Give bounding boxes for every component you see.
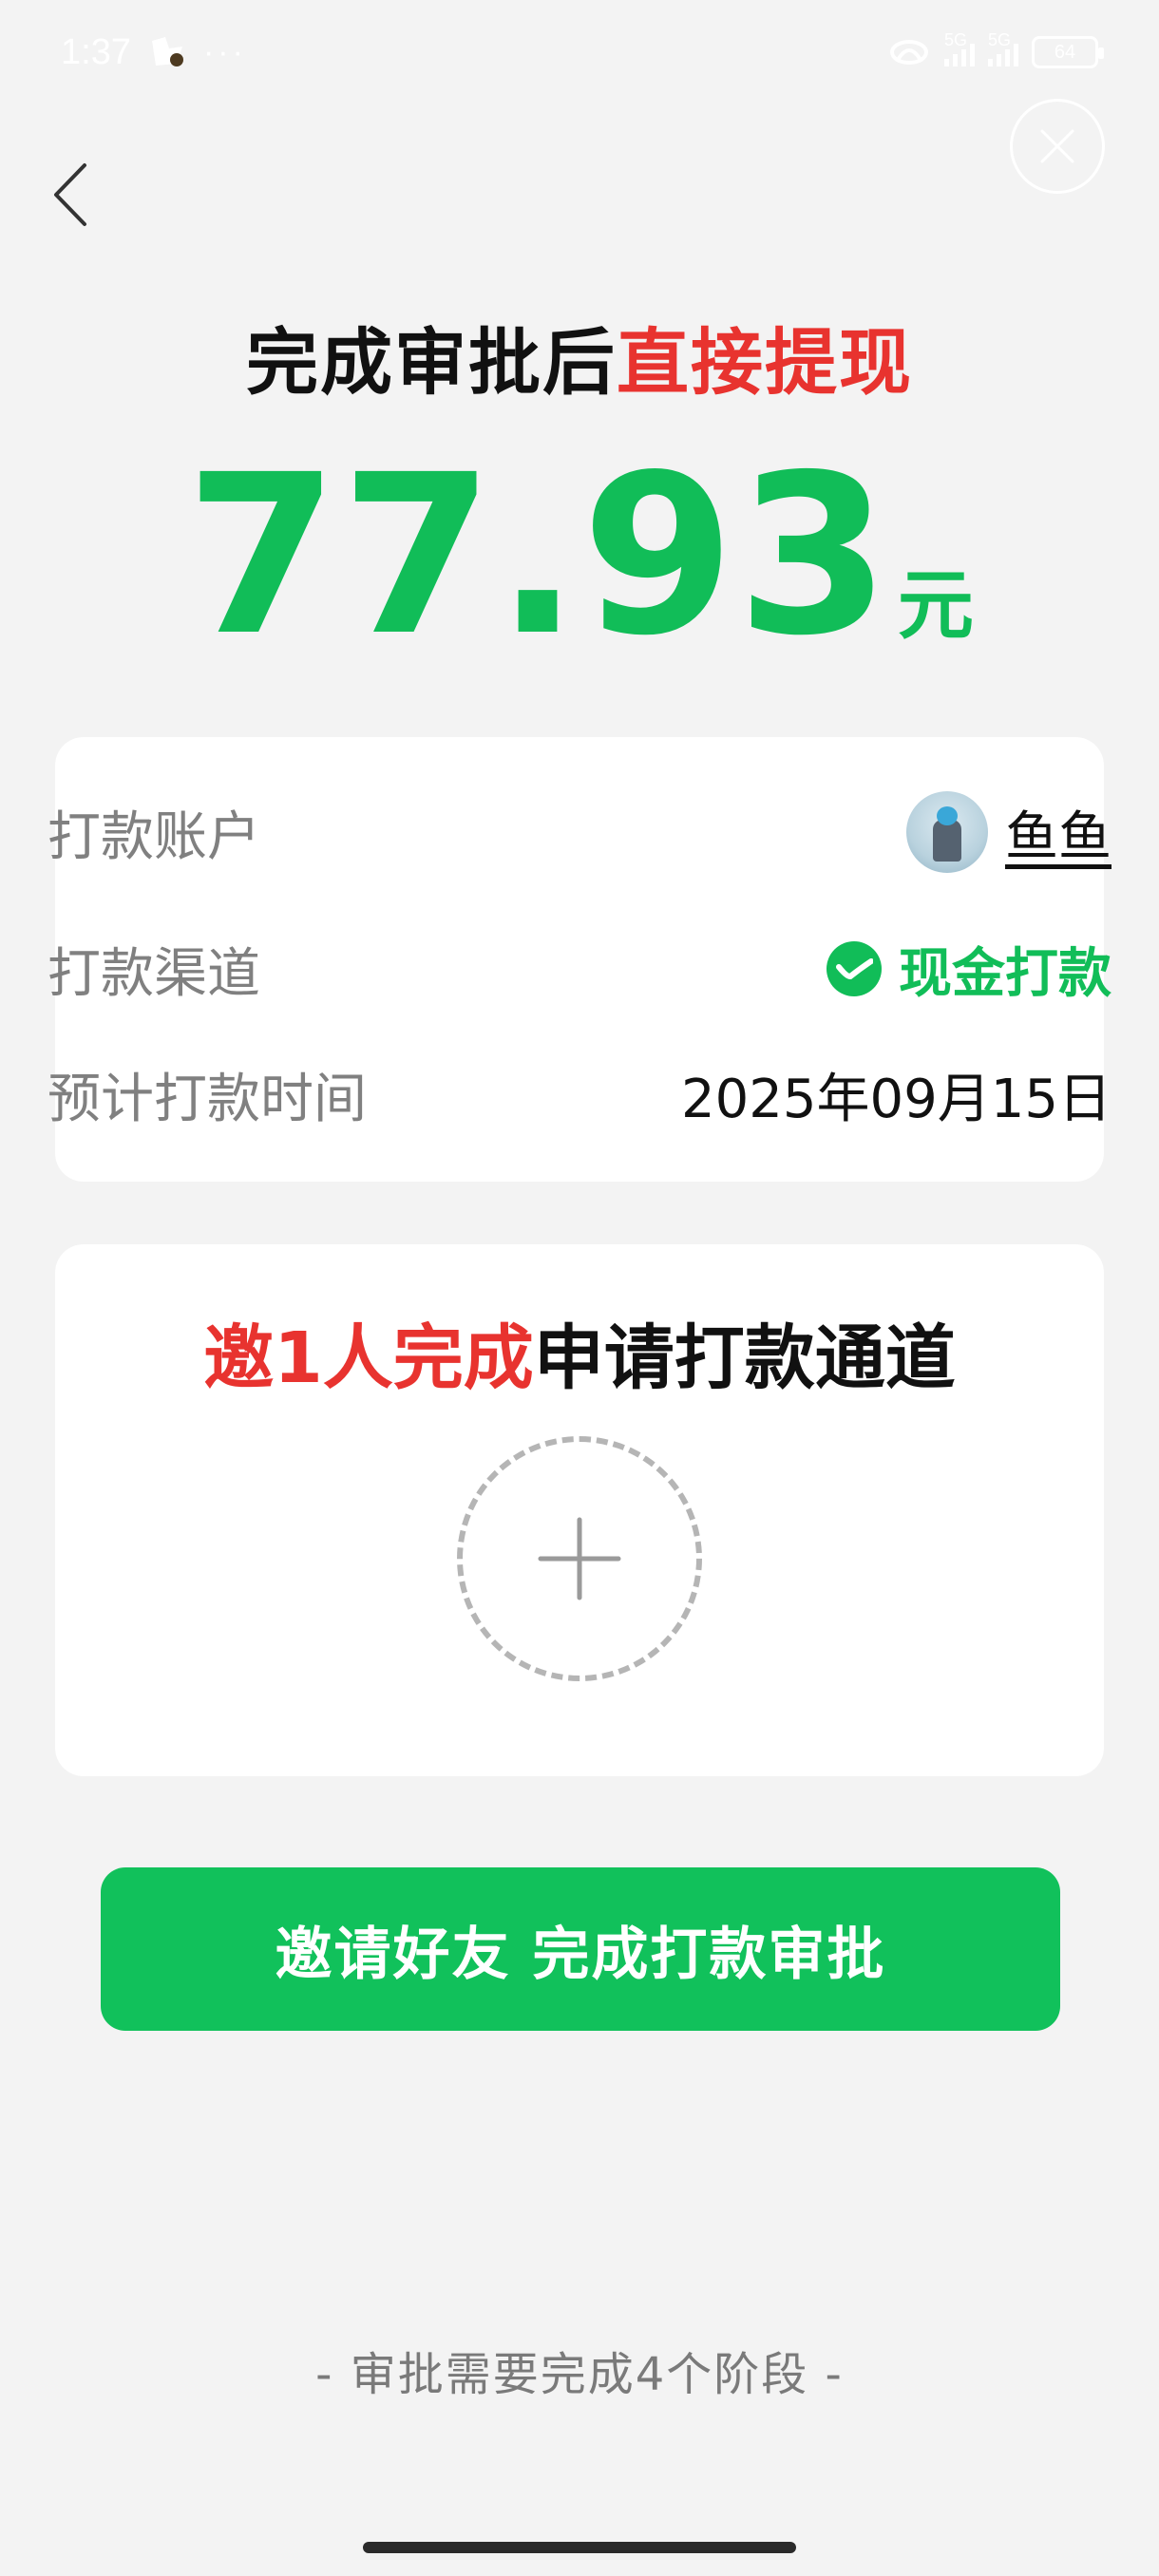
invite-title-highlight: 邀1人完成 bbox=[203, 1317, 534, 1399]
close-button[interactable] bbox=[1010, 99, 1105, 194]
channel-value: 现金打款 bbox=[826, 931, 1112, 1008]
signal-icon-2: 5G bbox=[988, 30, 1018, 66]
network-type-1: 5G bbox=[944, 30, 968, 49]
avatar bbox=[906, 791, 988, 873]
payment-time-row: 预计打款时间 2025年09月15日 bbox=[48, 1047, 1112, 1142]
chevron-left-icon bbox=[54, 163, 86, 226]
account-row: 打款账户 鱼鱼 bbox=[48, 785, 1112, 880]
status-time: 1:37 bbox=[61, 31, 131, 72]
withdraw-amount: 77.93元 bbox=[0, 445, 1159, 666]
amount-value: 77.93 bbox=[185, 427, 892, 684]
amount-unit: 元 bbox=[897, 561, 974, 650]
headline-prefix: 完成审批后 bbox=[246, 320, 617, 405]
status-bar: 1:37 ··· 5G 5G 64 bbox=[0, 0, 1159, 104]
app-notification-icon bbox=[151, 37, 183, 66]
payment-time-value: 2025年09月15日 bbox=[680, 1068, 1112, 1130]
account-name: 鱼鱼 bbox=[1005, 805, 1112, 868]
battery-level: 64 bbox=[1054, 41, 1076, 63]
battery-icon: 64 bbox=[1032, 36, 1104, 68]
back-button[interactable] bbox=[36, 152, 103, 237]
status-more: ··· bbox=[202, 33, 247, 70]
account-label: 打款账户 bbox=[48, 805, 260, 868]
account-value[interactable]: 鱼鱼 bbox=[906, 791, 1112, 873]
invite-title: 邀1人完成申请打款通道 bbox=[0, 1301, 1159, 1403]
approval-stage-note: - 审批需要完成4个阶段 - bbox=[315, 2348, 844, 2401]
channel-row: 打款渠道 现金打款 bbox=[48, 921, 1112, 1016]
status-right: 5G 5G 64 bbox=[887, 30, 1104, 69]
invite-friends-button[interactable]: 邀请好友 完成打款审批 bbox=[101, 1867, 1060, 2031]
status-left: 1:37 ··· bbox=[61, 32, 247, 73]
wechat-pay-icon bbox=[826, 941, 882, 996]
headline-highlight: 直接提现 bbox=[617, 320, 913, 405]
payment-time-label: 预计打款时间 bbox=[48, 1068, 367, 1130]
invite-slot-button[interactable] bbox=[457, 1436, 702, 1681]
close-icon bbox=[1040, 129, 1074, 163]
network-type-2: 5G bbox=[988, 30, 1012, 49]
home-indicator[interactable] bbox=[363, 2542, 796, 2553]
plus-icon bbox=[538, 1517, 621, 1601]
withdrawal-approval-page: 1:37 ··· 5G 5G 64 完成审批后直接提现 77.93元 打款账户 … bbox=[0, 0, 1159, 2576]
signal-icon-1: 5G bbox=[944, 30, 975, 66]
headline: 完成审批后直接提现 bbox=[0, 304, 1159, 408]
invite-title-rest: 申请打款通道 bbox=[533, 1317, 956, 1399]
channel-text: 现金打款 bbox=[899, 942, 1112, 1005]
channel-label: 打款渠道 bbox=[48, 942, 260, 1005]
hotspot-icon bbox=[890, 40, 928, 65]
